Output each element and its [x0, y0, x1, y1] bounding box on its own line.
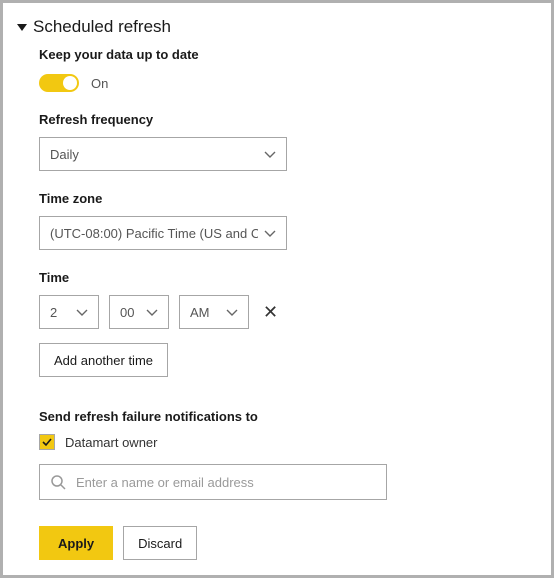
time-ampm-value: AM — [190, 305, 220, 320]
apply-label: Apply — [58, 536, 94, 551]
time-minute-select[interactable]: 00 — [109, 295, 169, 329]
collapse-caret-icon[interactable] — [17, 24, 27, 31]
notify-contact-field[interactable] — [39, 464, 387, 500]
time-ampm-select[interactable]: AM — [179, 295, 249, 329]
notify-owner-label: Datamart owner — [65, 435, 157, 450]
discard-label: Discard — [138, 536, 182, 551]
notify-owner-checkbox[interactable] — [39, 434, 55, 450]
notify-contact-input[interactable] — [76, 475, 376, 490]
notify-label: Send refresh failure notifications to — [39, 409, 533, 424]
time-hour-select[interactable]: 2 — [39, 295, 99, 329]
apply-button[interactable]: Apply — [39, 526, 113, 560]
chevron-down-icon — [220, 305, 238, 320]
keep-data-toggle[interactable] — [39, 74, 79, 92]
timezone-label: Time zone — [39, 191, 533, 206]
discard-button[interactable]: Discard — [123, 526, 197, 560]
time-hour-value: 2 — [50, 305, 70, 320]
check-icon — [42, 437, 52, 447]
toggle-knob-icon — [63, 76, 77, 90]
search-icon — [50, 474, 66, 490]
timezone-value: (UTC-08:00) Pacific Time (US and Canada) — [50, 226, 258, 241]
frequency-label: Refresh frequency — [39, 112, 533, 127]
toggle-state-label: On — [91, 76, 108, 91]
chevron-down-icon — [70, 305, 88, 320]
chevron-down-icon — [258, 147, 276, 162]
frequency-select[interactable]: Daily — [39, 137, 287, 171]
add-another-time-label: Add another time — [54, 353, 153, 368]
timezone-select[interactable]: (UTC-08:00) Pacific Time (US and Canada) — [39, 216, 287, 250]
section-title: Scheduled refresh — [33, 17, 171, 37]
chevron-down-icon — [140, 305, 158, 320]
scheduled-refresh-panel: Scheduled refresh Keep your data up to d… — [0, 0, 554, 578]
frequency-value: Daily — [50, 147, 258, 162]
time-minute-value: 00 — [120, 305, 140, 320]
time-label: Time — [39, 270, 533, 285]
add-another-time-button[interactable]: Add another time — [39, 343, 168, 377]
keep-data-label: Keep your data up to date — [39, 47, 533, 62]
chevron-down-icon — [258, 226, 276, 241]
remove-time-button[interactable]: ✕ — [259, 302, 282, 323]
